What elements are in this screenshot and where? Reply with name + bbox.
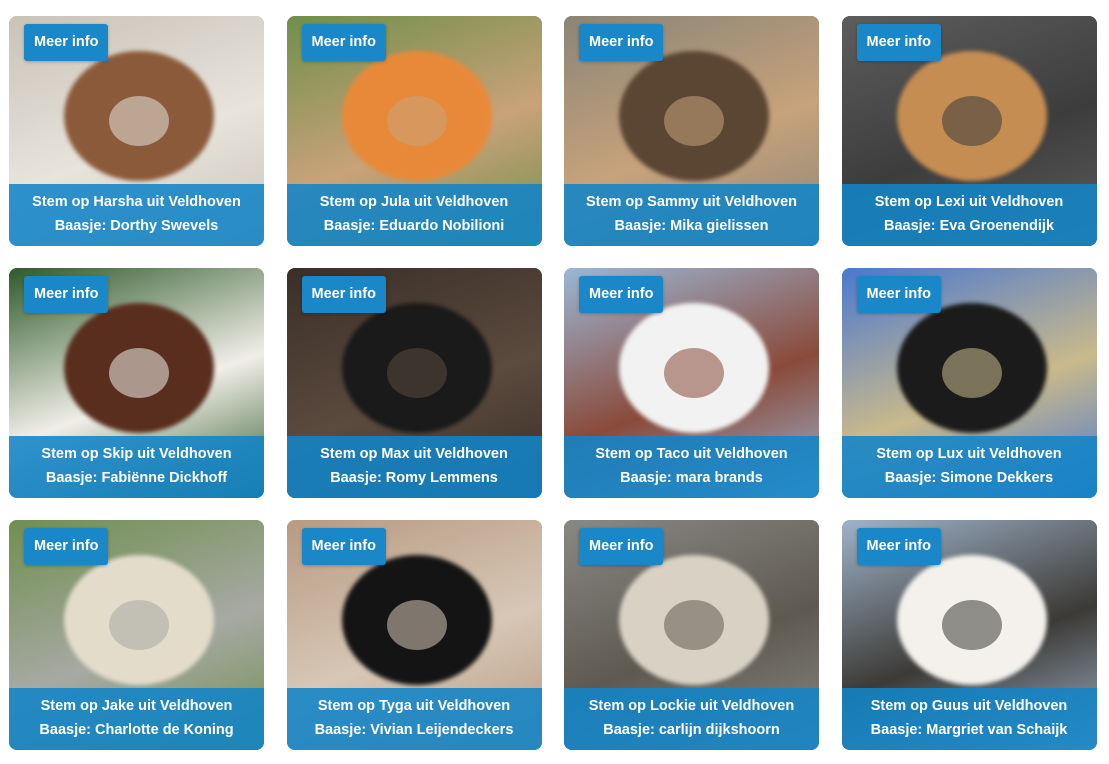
vote-title[interactable]: Stem op Guus uit Veldhoven	[871, 698, 1068, 715]
meer-info-button[interactable]: Meer info	[301, 528, 386, 565]
vote-title[interactable]: Stem op Max uit Veldhoven	[320, 446, 508, 463]
owner-name: Baasje: Vivian Leijendeckers	[314, 722, 514, 738]
vote-title[interactable]: Stem op Sammy uit Veldhoven	[586, 194, 797, 211]
dog-card[interactable]: Meer info Stem op Jake uit Veldhoven Baasj…	[9, 520, 264, 750]
vote-title[interactable]: Stem op Tyga uit Veldhoven	[318, 698, 510, 715]
dog-caption[interactable]: Stem op Guus uit Veldhoven Baasje: Margri…	[841, 688, 1097, 750]
meer-info-button[interactable]: Meer info	[24, 24, 109, 61]
meer-info-button[interactable]: Meer info	[579, 24, 664, 61]
owner-name: Baasje: Eva Groenendijk	[883, 218, 1055, 234]
dog-caption[interactable]: Stem op Tyga uit Veldhoven Baasje: Vivian…	[286, 688, 542, 750]
dog-caption[interactable]: Stem op Taco uit Veldhoven Baasje: mara b…	[564, 436, 819, 498]
owner-name: Baasje: Dorthy Swevels	[54, 218, 219, 234]
dog-card[interactable]: Meer info Stem op Taco uit Veldhoven Baasj…	[564, 268, 819, 498]
vote-title[interactable]: Stem op Lexi uit Veldhoven	[875, 194, 1064, 211]
meer-info-button[interactable]: Meer info	[856, 24, 941, 61]
owner-name: Baasje: carlijn dijkshoorn	[603, 722, 780, 738]
vote-title[interactable]: Stem op Lux uit Veldhoven	[876, 446, 1061, 463]
owner-name: Baasje: Fabiënne Dickhoff	[45, 470, 228, 486]
meer-info-button[interactable]: Meer info	[301, 24, 386, 61]
meer-info-button[interactable]: Meer info	[856, 528, 941, 565]
dog-caption[interactable]: Stem op Jake uit Veldhoven Baasje: Charlo…	[9, 688, 264, 750]
dog-card[interactable]: Meer info Stem op Skip uit Veldhoven Baasj…	[9, 268, 264, 498]
meer-info-button[interactable]: Meer info	[24, 528, 109, 565]
meer-info-button[interactable]: Meer info	[24, 276, 109, 313]
meer-info-button[interactable]: Meer info	[301, 276, 386, 313]
dog-card[interactable]: Meer info Stem op Max uit Veldhoven Baasje…	[286, 268, 542, 498]
owner-name: Baasje: Simone Dekkers	[884, 470, 1054, 486]
dog-caption[interactable]: Stem op Lexi uit Veldhoven Baasje: Eva Gr…	[841, 184, 1097, 246]
dog-card[interactable]: Meer info Stem op Lexi uit Veldhoven Baasj…	[841, 16, 1097, 246]
vote-title[interactable]: Stem op Taco uit Veldhoven	[595, 446, 787, 463]
owner-name: Baasje: Mika gielissen	[614, 218, 769, 234]
meer-info-button[interactable]: Meer info	[579, 528, 664, 565]
dog-caption[interactable]: Stem op Lockie uit Veldhoven Baasje: carl…	[564, 688, 819, 750]
meer-info-button[interactable]: Meer info	[856, 276, 941, 313]
vote-title[interactable]: Stem op Jula uit Veldhoven	[320, 194, 509, 211]
dog-card[interactable]: Meer info Stem op Lockie uit Veldhoven Baa…	[564, 520, 819, 750]
owner-name: Baasje: Romy Lemmens	[330, 470, 498, 486]
owner-name: Baasje: mara brands	[620, 470, 763, 486]
owner-name: Baasje: Margriet van Schaijk	[870, 722, 1068, 738]
vote-title[interactable]: Stem op Jake uit Veldhoven	[41, 698, 233, 715]
dog-caption[interactable]: Stem op Jula uit Veldhoven Baasje: Eduard…	[286, 184, 542, 246]
meer-info-button[interactable]: Meer info	[579, 276, 664, 313]
dog-caption[interactable]: Stem op Max uit Veldhoven Baasje: Romy Le…	[286, 436, 542, 498]
dog-caption[interactable]: Stem op Lux uit Veldhoven Baasje: Simone …	[841, 436, 1097, 498]
vote-title[interactable]: Stem op Lockie uit Veldhoven	[589, 698, 794, 715]
dog-card[interactable]: Meer info Stem op Jula uit Veldhoven Baasj…	[286, 16, 542, 246]
owner-name: Baasje: Charlotte de Koning	[39, 722, 234, 738]
dog-caption[interactable]: Stem op Harsha uit Veldhoven Baasje: Dort…	[9, 184, 264, 246]
dog-card[interactable]: Meer info Stem op Tyga uit Veldhoven Baasj…	[286, 520, 542, 750]
dog-caption[interactable]: Stem op Sammy uit Veldhoven Baasje: Mika …	[564, 184, 819, 246]
dog-caption[interactable]: Stem op Skip uit Veldhoven Baasje: Fabiën…	[9, 436, 264, 498]
dog-voting-grid: Meer info Stem op Harsha uit Veldhoven Baa…	[9, 16, 1097, 750]
vote-title[interactable]: Stem op Harsha uit Veldhoven	[32, 194, 241, 211]
dog-card[interactable]: Meer info Stem op Guus uit Veldhoven Baasj…	[841, 520, 1097, 750]
dog-card[interactable]: Meer info Stem op Sammy uit Veldhoven Baas…	[564, 16, 819, 246]
dog-card[interactable]: Meer info Stem op Harsha uit Veldhoven Baa…	[9, 16, 264, 246]
vote-title[interactable]: Stem op Skip uit Veldhoven	[41, 446, 231, 463]
owner-name: Baasje: Eduardo Nobilioni	[323, 218, 505, 234]
dog-card[interactable]: Meer info Stem op Lux uit Veldhoven Baasje…	[841, 268, 1097, 498]
